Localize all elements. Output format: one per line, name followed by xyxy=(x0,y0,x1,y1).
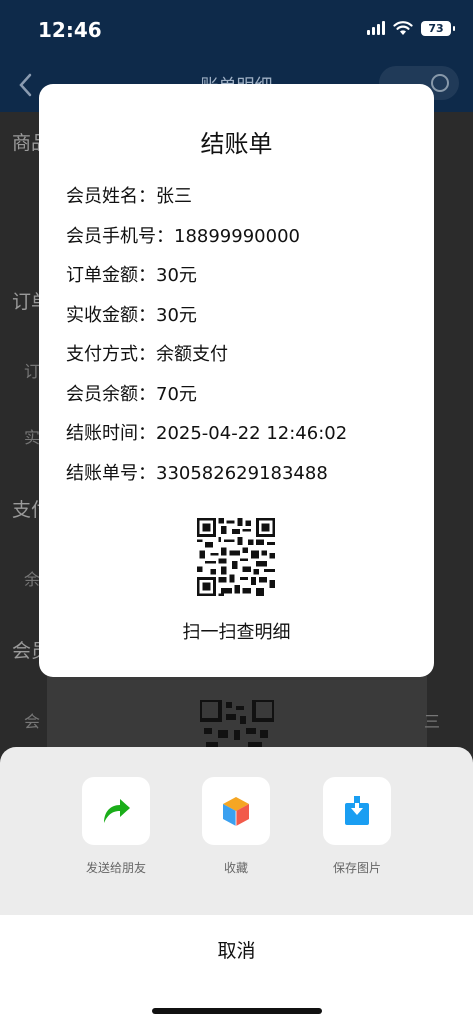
row-label: 结账时间： xyxy=(66,423,156,444)
status-icons: 73 xyxy=(367,20,455,36)
receipt-row-order-number: 结账单号：330582629183488 xyxy=(66,459,347,499)
row-value: 余额支付 xyxy=(156,344,228,365)
cancel-button[interactable]: 取消 xyxy=(0,933,473,969)
receipt-row-order-amount: 订单金额：30元 xyxy=(66,261,347,301)
close-circle-icon[interactable] xyxy=(431,74,449,92)
share-tile[interactable] xyxy=(323,777,391,845)
row-value: 70元 xyxy=(156,383,197,405)
bg-row-text: 实 xyxy=(24,428,41,447)
row-value: 30元 xyxy=(156,304,197,326)
receipt-row-payment-method: 支付方式：余额支付 xyxy=(66,340,347,380)
status-time: 12:46 xyxy=(38,18,102,42)
signal-icon xyxy=(367,21,385,35)
bg-qr-code-icon xyxy=(200,700,274,748)
receipt-row-member-name: 会员姓名：张三 xyxy=(66,182,347,222)
receipt-card: 结账单 会员姓名：张三 会员手机号：18899990000 订单金额：30元 实… xyxy=(39,84,434,677)
home-indicator xyxy=(152,1008,322,1014)
wifi-icon xyxy=(393,21,413,35)
row-value: 330582629183488 xyxy=(156,462,328,484)
row-label: 会员手机号： xyxy=(66,225,174,247)
row-label: 会员余额： xyxy=(66,383,156,405)
share-label: 发送给朋友 xyxy=(85,861,146,875)
row-label: 会员姓名： xyxy=(66,186,156,207)
bg-row-text: 三 xyxy=(424,712,441,731)
receipt-details: 会员姓名：张三 会员手机号：18899990000 订单金额：30元 实收金额：… xyxy=(66,182,347,498)
qr-caption: 扫一扫查明细 xyxy=(182,622,291,643)
share-save-image-button[interactable]: 保存图片 xyxy=(323,777,391,876)
bg-row-text: 余 xyxy=(24,570,41,589)
share-label: 保存图片 xyxy=(332,861,381,875)
receipt-row-member-balance: 会员余额：70元 xyxy=(66,380,347,420)
cancel-area: 取消 xyxy=(0,915,473,1024)
battery-icon: 73 xyxy=(421,20,455,36)
receipt-row-checkout-time: 结账时间：2025-04-22 12:46:02 xyxy=(66,419,347,459)
row-label: 支付方式： xyxy=(66,344,156,365)
row-value: 30元 xyxy=(156,265,197,286)
row-label: 实收金额： xyxy=(66,304,156,326)
share-sheet: 发送给朋友 收藏 保存图片 xyxy=(0,747,473,915)
row-value: 2025-04-22 12:46:02 xyxy=(156,423,348,444)
cube-icon xyxy=(223,797,249,826)
qr-code-icon xyxy=(197,518,275,596)
receipt-row-member-phone: 会员手机号：18899990000 xyxy=(66,222,347,262)
share-arrow-icon xyxy=(104,799,130,823)
row-label: 结账单号： xyxy=(66,462,156,484)
row-value: 18899990000 xyxy=(174,225,300,247)
download-icon xyxy=(345,796,369,825)
receipt-title: 结账单 xyxy=(200,130,273,158)
receipt-row-received-amount: 实收金额：30元 xyxy=(66,301,347,341)
bg-row-text: 订 xyxy=(24,362,41,381)
row-value: 张三 xyxy=(156,186,192,207)
share-send-to-friend-button[interactable]: 发送给朋友 xyxy=(82,777,150,876)
status-bar: 12:46 73 xyxy=(0,0,473,60)
bg-row-text: 会 xyxy=(24,712,41,731)
share-favorite-button[interactable]: 收藏 xyxy=(202,777,270,876)
row-label: 订单金额： xyxy=(66,265,156,286)
share-label: 收藏 xyxy=(223,861,248,875)
share-tile[interactable] xyxy=(82,777,150,845)
share-tile[interactable] xyxy=(202,777,270,845)
